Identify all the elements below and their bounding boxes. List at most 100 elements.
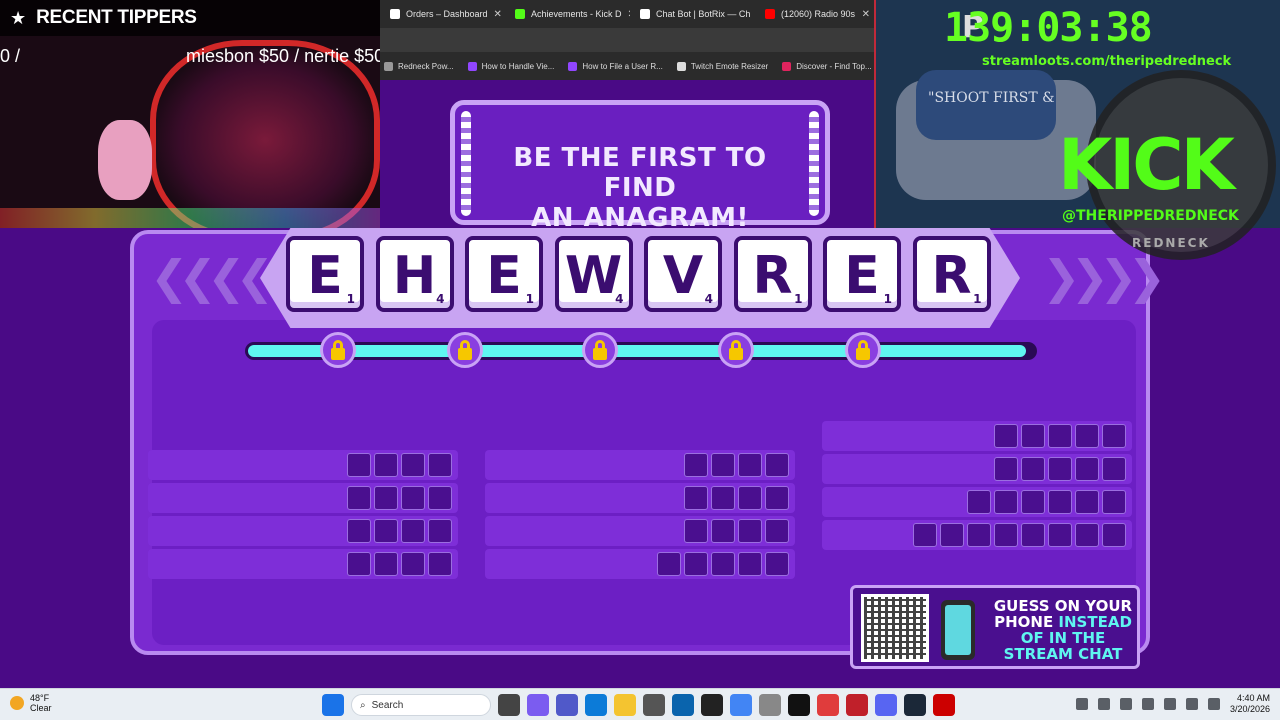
bookmarks-bar: Redneck Pow... How to Handle Vie... How to… — [380, 54, 880, 78]
letter-tile: E1 — [465, 236, 543, 312]
tab-label: (12060) Radio 90s — [781, 9, 856, 19]
chrome-icon[interactable] — [730, 694, 752, 716]
weather-widget[interactable]: 48°F Clear — [10, 693, 52, 713]
letter-cell — [1048, 523, 1072, 547]
weather-desc: Clear — [30, 703, 52, 713]
letter-cell — [1102, 424, 1126, 448]
discord-icon[interactable] — [875, 694, 897, 716]
file-explorer-icon[interactable] — [614, 694, 636, 716]
clock-time: 4:40 AM — [1236, 693, 1270, 703]
bookmark-item[interactable]: Discover - Find Top... — [782, 61, 872, 71]
snipping-icon[interactable] — [759, 694, 781, 716]
search-placeholder: Search — [371, 699, 404, 711]
task-view-icon[interactable] — [498, 694, 520, 716]
taskbar: 48°F Clear ⌕ Search 4:40 AM 3/20/2026 — [0, 688, 1280, 720]
bookmark-label: How to File a User R... — [582, 61, 663, 71]
letter-cell — [1102, 457, 1126, 481]
tippers-left: 0 / — [0, 46, 21, 66]
browser-window: Orders – Dashboard ✕ Achievements - Kick D… — [380, 0, 880, 80]
display-icon[interactable] — [1141, 698, 1154, 710]
browser-tab[interactable]: Achievements - Kick D✕ — [505, 0, 630, 28]
letter-cell — [994, 457, 1018, 481]
plush-toy — [98, 120, 152, 200]
store-icon[interactable] — [643, 694, 665, 716]
letter-cell — [711, 453, 735, 477]
letter-cell — [711, 519, 735, 543]
terminal-icon[interactable] — [788, 694, 810, 716]
obs-icon[interactable] — [701, 694, 723, 716]
progress-bar — [245, 342, 1037, 360]
letter-cell — [738, 519, 762, 543]
browser-tab[interactable]: Chat Bot | BotRix — Ch✕ — [630, 0, 755, 28]
tab-label: Chat Bot | BotRix — Ch — [656, 9, 751, 19]
tile-points: 1 — [346, 292, 355, 306]
tab-label: Achievements - Kick D — [531, 9, 622, 19]
letter-cell — [428, 453, 452, 477]
letter-tile: R1 — [733, 236, 812, 312]
letter-cell — [940, 523, 964, 547]
address-bar[interactable] — [380, 28, 880, 52]
tile-points: 4 — [436, 292, 445, 306]
chevron-up-icon[interactable] — [1075, 698, 1088, 710]
phone-guess-callout: GUESS ON YOUR PHONE INSTEAD OF IN THE ST… — [850, 585, 1140, 669]
outlook-icon[interactable] — [672, 694, 694, 716]
edge-icon[interactable] — [585, 694, 607, 716]
letter-cell — [994, 490, 1018, 514]
stream-timer: 139:03:38 — [944, 5, 1153, 51]
moon-icon — [10, 696, 24, 710]
browser-tab[interactable]: (12060) Radio 90s ✕ — [755, 0, 880, 28]
bookmark-item[interactable]: How to Handle Vie... — [467, 61, 554, 71]
tile-points: 4 — [615, 292, 624, 306]
lock-icon — [320, 332, 356, 368]
close-icon[interactable]: ✕ — [494, 9, 502, 20]
progress-fill — [248, 345, 1027, 357]
letter-cell — [347, 519, 371, 543]
letter-cell — [374, 552, 398, 576]
letter-cell — [428, 519, 452, 543]
mic-icon[interactable] — [1119, 698, 1132, 710]
clock[interactable]: 4:40 AM 3/20/2026 — [1230, 693, 1270, 715]
letter-cell — [1021, 457, 1045, 481]
teams-icon[interactable] — [556, 694, 578, 716]
copilot-icon[interactable] — [527, 694, 549, 716]
kick-logo: KICK — [1058, 124, 1235, 206]
letter-cell — [738, 552, 762, 576]
letter-tile: R1 — [912, 236, 991, 312]
windows-start-icon[interactable] — [322, 694, 344, 716]
steam-icon[interactable] — [904, 694, 926, 716]
recent-tippers-header: ★ RECENT TIPPERS — [0, 0, 380, 36]
cta-line-4: STREAM CHAT — [1003, 645, 1123, 663]
audio-app-icon[interactable] — [817, 694, 839, 716]
browser-tab[interactable]: Orders – Dashboard ✕ — [380, 0, 505, 28]
letter-cell — [684, 519, 708, 543]
bookmark-item[interactable]: Redneck Pow... — [384, 61, 454, 71]
close-icon[interactable]: ✕ — [862, 9, 870, 20]
volume-icon[interactable] — [1185, 698, 1198, 710]
bookmark-favicon-icon — [676, 61, 686, 71]
letter-cell — [1075, 523, 1099, 547]
letter-band — [260, 228, 1020, 328]
qr-code[interactable] — [861, 594, 929, 662]
letter-tile: E1 — [823, 236, 901, 312]
battery-icon[interactable] — [1207, 698, 1220, 710]
bookmark-item[interactable]: How to File a User R... — [568, 61, 663, 71]
letter-cell — [401, 552, 425, 576]
letter-cell — [684, 453, 708, 477]
letter-cell — [374, 486, 398, 510]
tab-favicon-icon — [640, 9, 650, 19]
wifi-icon[interactable] — [1163, 698, 1176, 710]
taskbar-search[interactable]: ⌕ Search — [351, 694, 491, 716]
lock-icon — [447, 332, 483, 368]
title-line-1: BE THE FIRST TO FIND — [513, 143, 767, 203]
bookmark-item[interactable]: Twitch Emote Resizer — [676, 61, 768, 71]
record-icon[interactable] — [933, 694, 955, 716]
phone-guess-text: GUESS ON YOUR PHONE INSTEAD OF IN THE ST… — [989, 598, 1137, 662]
letter-cell — [765, 453, 789, 477]
streamloots-url: streamloots.com/theripedredneck — [982, 54, 1232, 69]
letter-cell — [374, 519, 398, 543]
letter-cell — [1102, 490, 1126, 514]
streamer-bot-icon[interactable] — [846, 694, 868, 716]
network-icon[interactable] — [1097, 698, 1110, 710]
bookmark-label: Discover - Find Top... — [796, 61, 872, 71]
letter-cell — [374, 453, 398, 477]
